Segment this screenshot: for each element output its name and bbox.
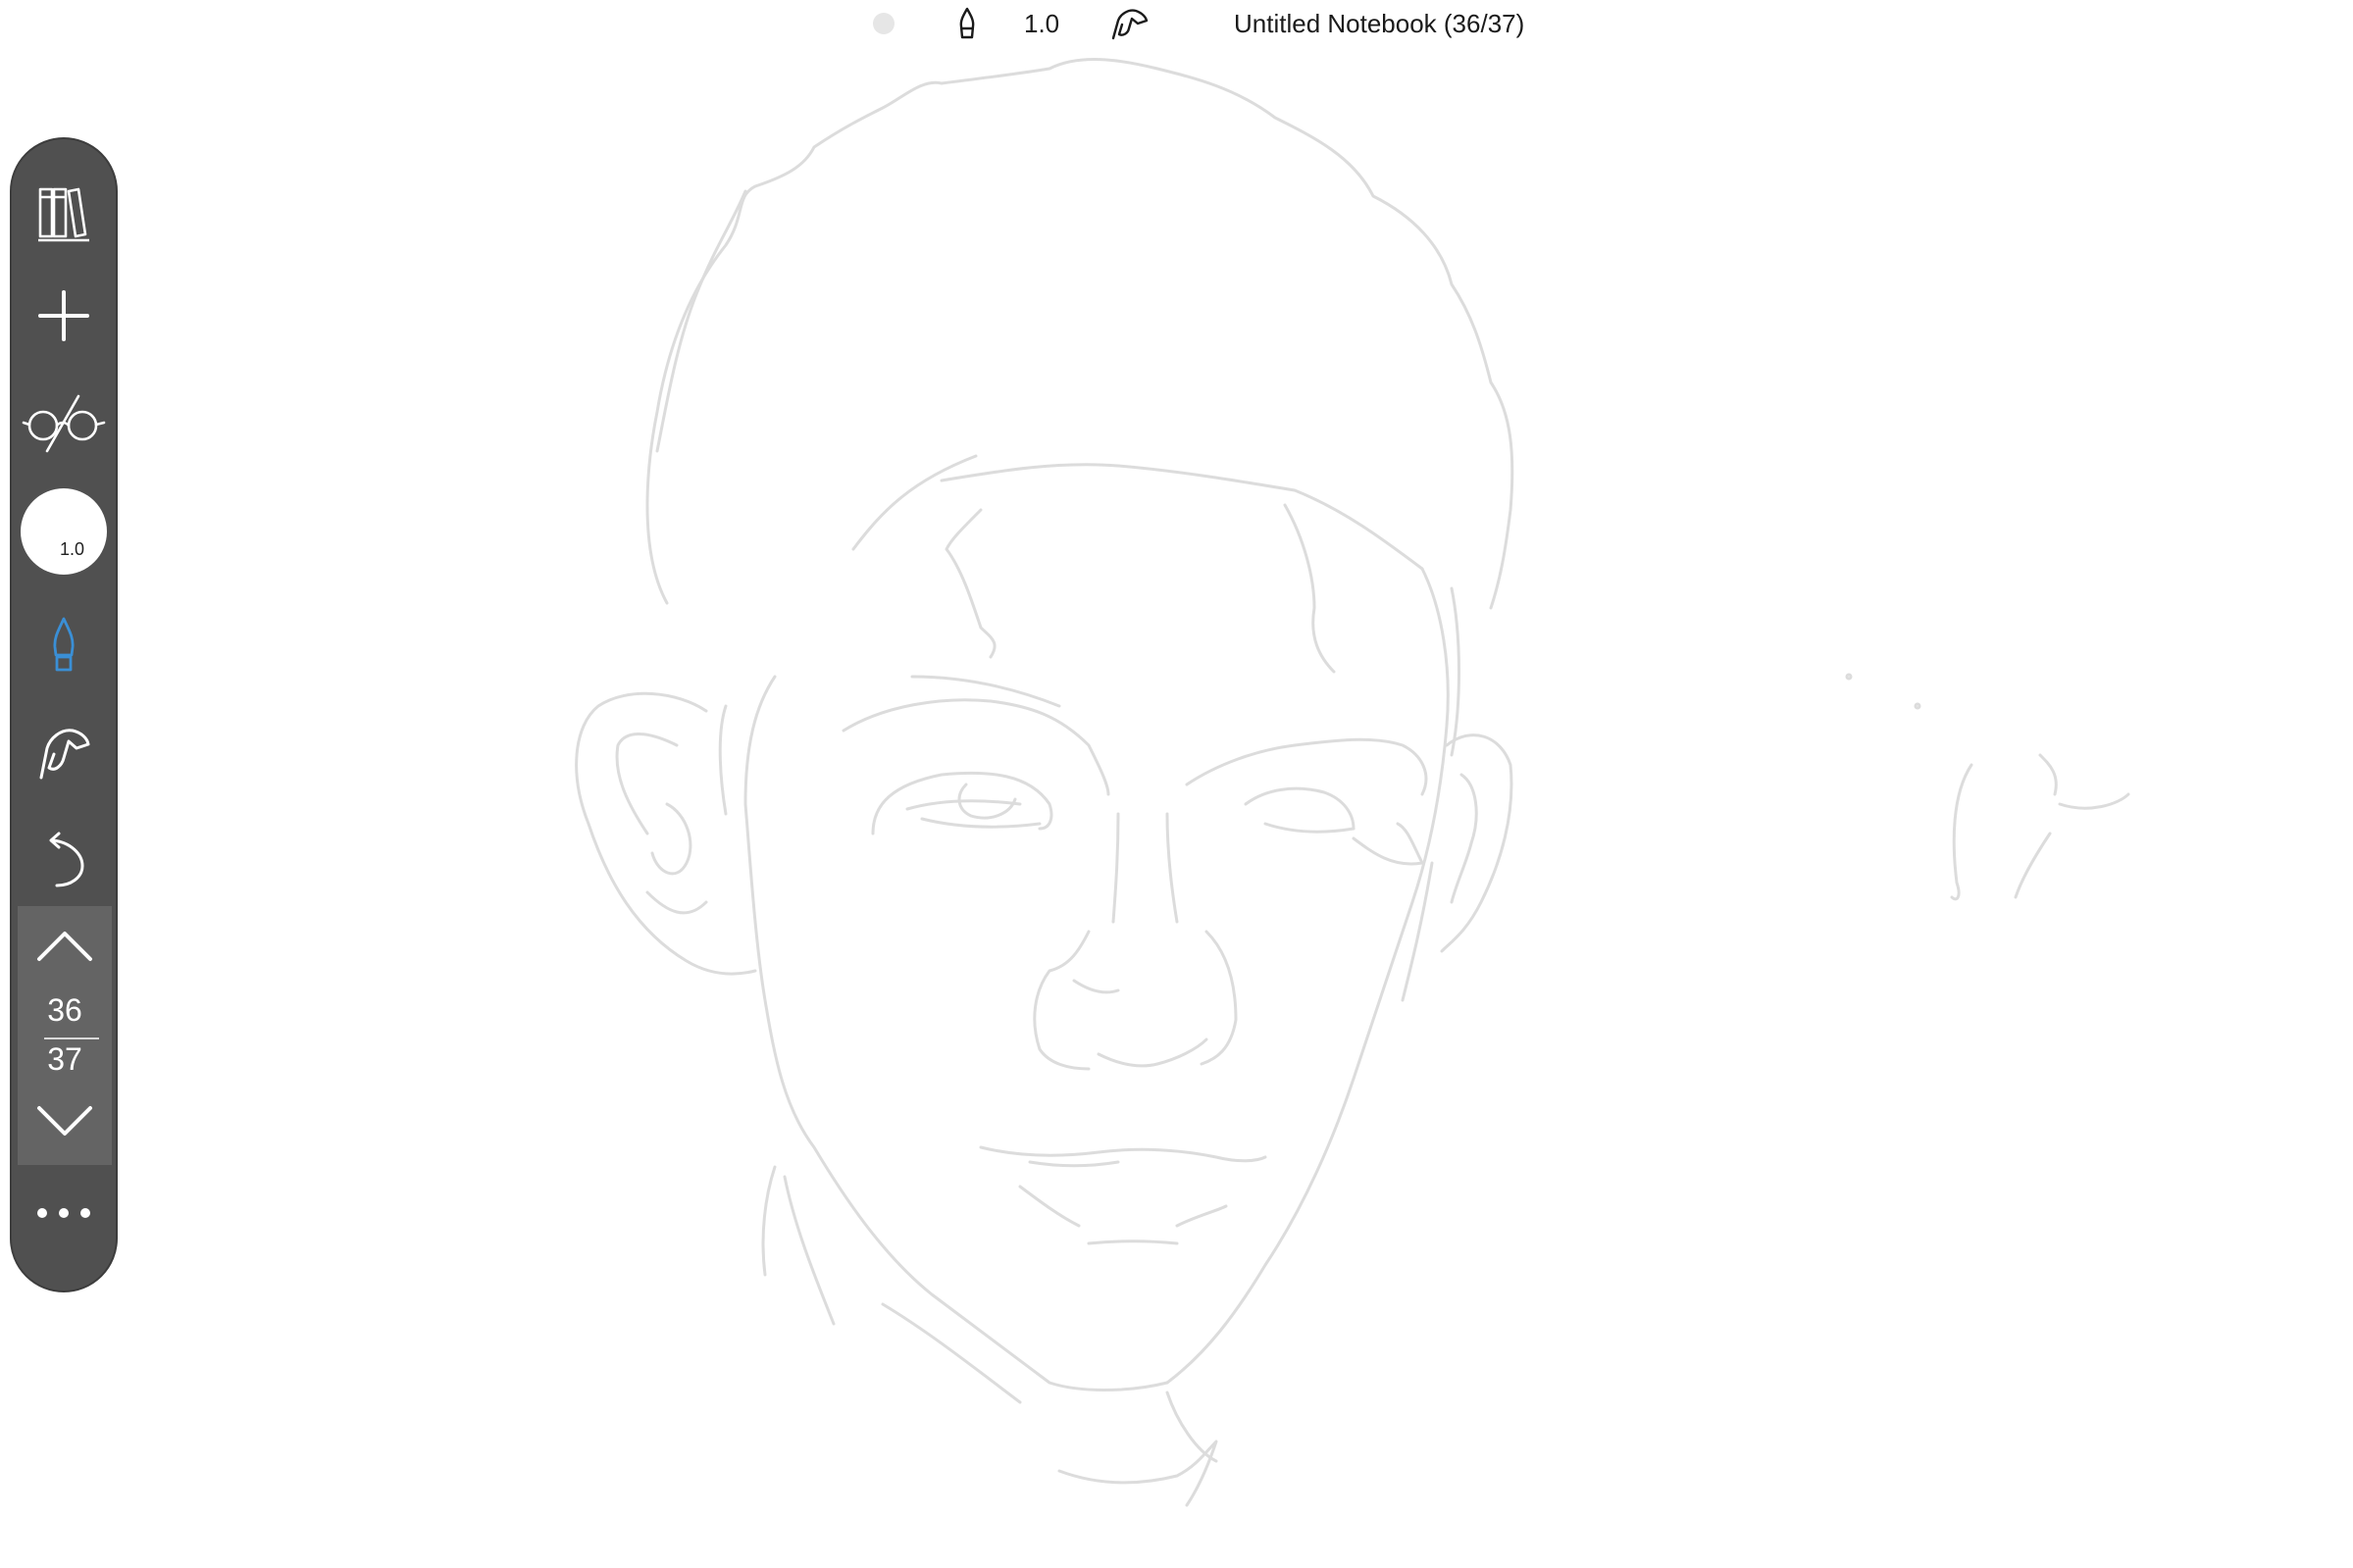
glasses-icon	[22, 394, 106, 453]
chevron-down-icon	[37, 1106, 92, 1136]
brush-size-readout: 1.0	[1024, 8, 1060, 38]
current-page-number: 36	[47, 992, 82, 1028]
total-pages-number: 37	[47, 1041, 82, 1077]
view-mode-button[interactable]	[12, 384, 116, 463]
current-color-indicator[interactable]	[872, 0, 895, 47]
brush-size-label: 1.0	[60, 539, 85, 559]
pen-tool-button[interactable]	[12, 600, 116, 688]
left-toolbar: 1.0 36 37	[10, 137, 118, 1292]
page-navigator: 36 37	[18, 906, 112, 1165]
finger-draw-icon	[39, 729, 90, 780]
add-page-button[interactable]	[12, 277, 116, 355]
drawing-canvas[interactable]	[0, 0, 2353, 1568]
next-page-button[interactable]	[18, 1092, 112, 1151]
pen-nib-icon	[53, 617, 75, 672]
top-status-bar: 1.0 Untitled Notebook (36/37)	[0, 0, 2353, 47]
previous-page-button[interactable]	[18, 916, 112, 975]
notebook-title: Untitled Notebook (36/37)	[1234, 8, 1525, 38]
chevron-up-icon	[37, 932, 92, 961]
current-tool-indicator[interactable]	[951, 0, 983, 47]
pen-nib-icon	[959, 7, 975, 39]
sketch-drawing	[575, 58, 2130, 1507]
finger-draw-indicator[interactable]	[1108, 0, 1151, 47]
plus-icon	[38, 290, 89, 341]
finger-draw-button[interactable]	[12, 708, 116, 796]
brush-preview-circle: 1.0	[21, 488, 107, 575]
undo-button[interactable]	[12, 816, 116, 904]
library-button[interactable]	[12, 169, 116, 257]
page-divider	[44, 1037, 99, 1039]
library-books-icon	[38, 187, 89, 242]
brush-size-button[interactable]: 1.0	[12, 487, 116, 576]
undo-icon	[49, 832, 84, 887]
more-options-button[interactable]	[12, 1179, 116, 1247]
more-dots-icon	[37, 1208, 90, 1218]
finger-draw-icon	[1111, 9, 1149, 40]
color-dot-icon	[873, 13, 895, 34]
